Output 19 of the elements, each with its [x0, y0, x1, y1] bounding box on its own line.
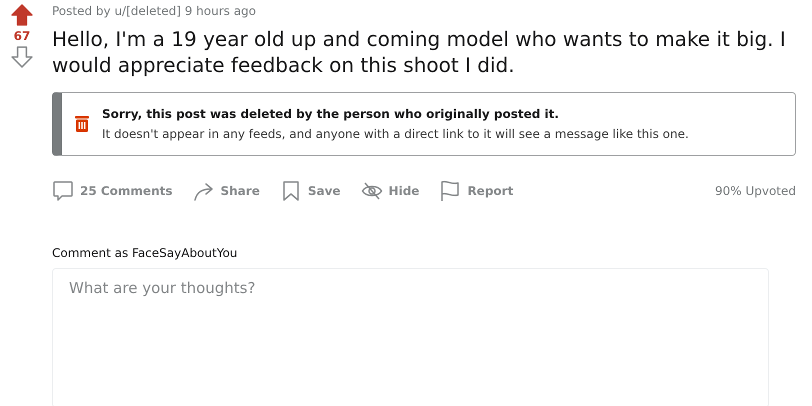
upvote-arrow-icon[interactable] — [11, 4, 33, 26]
downvote-arrow-icon[interactable] — [11, 46, 33, 68]
notice-body: It doesn't appear in any feeds, and anyone with a direct link to it will see a message like this one. — [102, 127, 689, 141]
report-button[interactable]: Report — [439, 176, 520, 206]
share-button[interactable]: Share — [192, 176, 266, 206]
crossed-eye-icon — [360, 180, 383, 202]
speech-bubble-icon — [52, 180, 74, 202]
hide-button[interactable]: Hide — [360, 176, 426, 206]
vote-score: 67 — [14, 29, 30, 43]
save-button[interactable]: Save — [280, 176, 347, 206]
comment-as-label: Comment as FaceSayAboutYou — [52, 246, 238, 260]
trash-icon — [74, 115, 90, 133]
comments-button[interactable]: 25 Comments — [52, 176, 178, 206]
upvote-ratio: 90% Upvoted — [714, 184, 796, 198]
notice-heading: Sorry, this post was deleted by the person who originally posted it. — [102, 107, 560, 121]
flag-icon — [439, 180, 462, 202]
post-meta: Posted by u/[deleted] 9 hours ago — [52, 4, 258, 18]
post-title: Hello, I'm a 19 year old up and coming model who wants to make it big. I would appreciate feedback on this shoot I did. — [52, 26, 787, 78]
comment-field[interactable]: What are your thoughts? — [52, 268, 769, 406]
